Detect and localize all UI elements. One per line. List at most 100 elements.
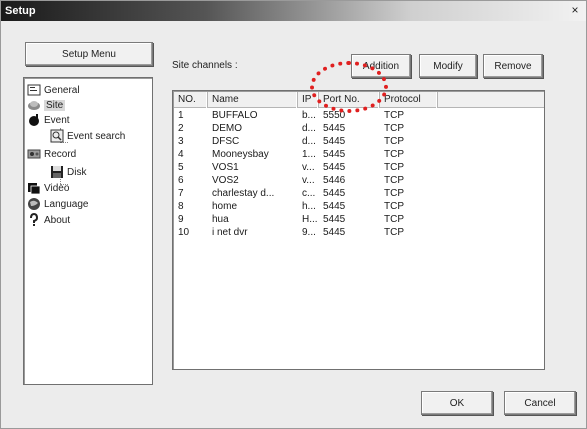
cell-name: BUFFALO xyxy=(212,110,258,121)
site-channels-label: Site channels : xyxy=(172,60,238,71)
event-search-icon xyxy=(50,129,64,143)
cell-ip: c... xyxy=(302,188,316,199)
disk-icon xyxy=(50,165,64,179)
cell-port: 5550 xyxy=(323,110,346,121)
tree-item-disk[interactable]: Disk xyxy=(50,164,86,180)
event-icon xyxy=(27,113,41,127)
table-row[interactable]: 2 DEMO d... 5445 TCP xyxy=(174,123,544,135)
general-icon xyxy=(27,83,41,97)
tree-item-label: Video xyxy=(44,182,70,194)
cell-name: hua xyxy=(212,214,229,225)
tree-item-general[interactable]: General xyxy=(27,82,80,98)
column-header-no[interactable]: NO. xyxy=(174,92,208,108)
cell-protocol: TCP xyxy=(384,227,404,238)
table-row[interactable]: 5 VOS1 v... 5445 TCP xyxy=(174,162,544,174)
setup-menu-button[interactable]: Setup Menu xyxy=(25,42,153,66)
column-header-port[interactable]: Port No. xyxy=(319,92,380,108)
table-row[interactable]: 9 hua H... 5445 TCP xyxy=(174,214,544,226)
cell-no: 3 xyxy=(178,136,184,147)
cell-name: VOS2 xyxy=(212,175,239,186)
tree-item-label: Event search xyxy=(67,130,126,142)
cell-port: 5445 xyxy=(323,214,346,225)
modify-button[interactable]: Modify xyxy=(419,54,477,78)
tree-item-label: Language xyxy=(44,198,89,210)
cell-no: 6 xyxy=(178,175,184,186)
cell-port: 5445 xyxy=(323,136,346,147)
cancel-button[interactable]: Cancel xyxy=(504,391,576,415)
cell-no: 1 xyxy=(178,110,184,121)
cell-no: 5 xyxy=(178,162,184,173)
cell-protocol: TCP xyxy=(384,162,404,173)
cell-ip: H... xyxy=(302,214,318,225)
tree-item-site[interactable]: Site xyxy=(27,97,66,113)
column-header-ip[interactable]: IP xyxy=(298,92,319,108)
tree-item-video[interactable]: Video xyxy=(27,180,69,196)
cell-protocol: TCP xyxy=(384,123,404,134)
cell-no: 10 xyxy=(178,227,190,238)
cell-name: DFSC xyxy=(212,136,240,147)
tree-item-label: General xyxy=(44,84,80,96)
ok-button[interactable]: OK xyxy=(421,391,493,415)
close-icon[interactable]: × xyxy=(568,4,582,18)
cell-protocol: TCP xyxy=(384,136,404,147)
cell-no: 8 xyxy=(178,201,184,212)
cell-ip: d... xyxy=(302,136,316,147)
tree-item-event-search[interactable]: Event search xyxy=(50,128,125,144)
cell-ip: v... xyxy=(302,162,315,173)
cell-name: charlestay d... xyxy=(212,188,275,199)
cell-ip: h... xyxy=(302,201,316,212)
site-channel-list[interactable]: NO. Name IP Port No. Protocol 1 BUFFALO … xyxy=(172,90,545,370)
table-row[interactable]: 3 DFSC d... 5445 TCP xyxy=(174,136,544,148)
video-icon xyxy=(27,181,41,195)
cell-ip: 1... xyxy=(302,149,316,160)
cell-ip: 9... xyxy=(302,227,316,238)
table-row[interactable]: 6 VOS2 v... 5446 TCP xyxy=(174,175,544,187)
tree-item-label: Event xyxy=(44,114,70,126)
table-row[interactable]: 7 charlestay d... c... 5445 TCP xyxy=(174,188,544,200)
cell-name: DEMO xyxy=(212,123,242,134)
site-icon xyxy=(27,98,41,112)
setup-menu-tree[interactable]: General Site Event Event search Record D… xyxy=(23,77,153,385)
tree-item-label: About xyxy=(44,214,71,226)
cell-port: 5445 xyxy=(323,123,346,134)
cell-port: 5445 xyxy=(323,162,346,173)
cell-port: 5445 xyxy=(323,227,346,238)
table-row[interactable]: 1 BUFFALO b... 5550 TCP xyxy=(174,110,544,122)
tree-item-about[interactable]: About xyxy=(27,212,70,228)
cell-protocol: TCP xyxy=(384,110,404,121)
column-header-name[interactable]: Name xyxy=(208,92,298,108)
title-bar[interactable]: Setup × xyxy=(1,1,586,21)
cell-port: 5445 xyxy=(323,188,346,199)
column-header-protocol[interactable]: Protocol xyxy=(380,92,438,108)
cell-no: 2 xyxy=(178,123,184,134)
about-icon xyxy=(27,212,41,227)
table-row[interactable]: 10 i net dvr 9... 5445 TCP xyxy=(174,227,544,239)
window-title: Setup xyxy=(5,5,36,17)
tree-item-label: Disk xyxy=(67,166,87,178)
tree-item-event[interactable]: Event xyxy=(27,112,70,128)
list-header: NO. Name IP Port No. Protocol xyxy=(174,92,544,108)
cell-no: 7 xyxy=(178,188,184,199)
tree-item-label: Site xyxy=(44,99,66,111)
cell-ip: d... xyxy=(302,123,316,134)
cell-ip: v... xyxy=(302,175,315,186)
cell-name: Mooneysbay xyxy=(212,149,269,160)
cell-name: home xyxy=(212,201,238,212)
cell-name: i net dvr xyxy=(212,227,248,238)
cell-no: 9 xyxy=(178,214,184,225)
remove-button[interactable]: Remove xyxy=(483,54,543,78)
cell-port: 5445 xyxy=(323,201,346,212)
language-icon xyxy=(27,197,41,211)
table-row[interactable]: 4 Mooneysbay 1... 5445 TCP xyxy=(174,149,544,161)
table-row[interactable]: 8 home h... 5445 TCP xyxy=(174,201,544,213)
cell-name: VOS1 xyxy=(212,162,239,173)
addition-button[interactable]: Addition xyxy=(351,54,411,78)
cell-protocol: TCP xyxy=(384,201,404,212)
cell-no: 4 xyxy=(178,149,184,160)
cell-protocol: TCP xyxy=(384,214,404,225)
tree-item-language[interactable]: Language xyxy=(27,196,89,212)
setup-window: Setup × Setup Menu General Site Event Ev… xyxy=(0,0,587,429)
tree-item-record[interactable]: Record xyxy=(27,146,76,162)
tree-item-label: Record xyxy=(44,148,77,160)
cell-ip: b... xyxy=(302,110,316,121)
